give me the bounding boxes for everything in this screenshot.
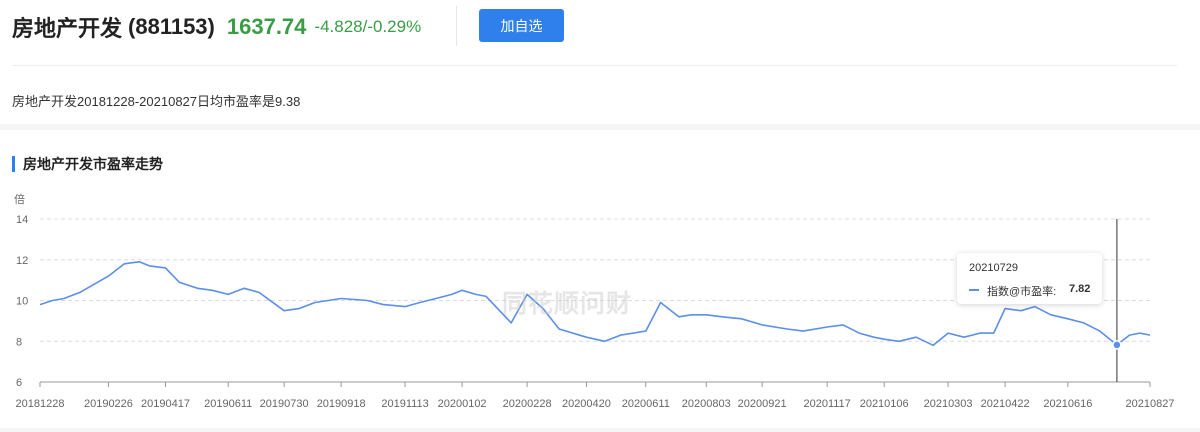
y-tick-label: 12 (16, 255, 28, 267)
y-tick-label: 10 (16, 296, 28, 308)
x-tick-label: 20210303 (924, 398, 973, 410)
x-tick-label: 20200102 (438, 398, 487, 410)
x-tick-label: 20201117 (803, 398, 850, 410)
y-tick-label: 14 (16, 214, 28, 226)
watermark: 同花顺问财 (502, 290, 633, 318)
x-tick-label: 20190918 (317, 398, 366, 410)
x-tick-label: 20190417 (141, 398, 190, 410)
x-tick-label: 20210827 (1126, 398, 1175, 410)
chart-tooltip: 20210729 指数@市盈率: 7.82 (957, 253, 1102, 304)
tooltip-series-marker (969, 289, 979, 291)
x-tick-label: 20190611 (204, 398, 252, 410)
tooltip-value: 7.82 (1069, 283, 1091, 295)
x-tick-label: 20190226 (84, 398, 133, 410)
x-tick-label: 20200228 (503, 398, 552, 410)
y-tick-label: 6 (16, 377, 22, 389)
x-tick-label: 20190730 (260, 398, 309, 410)
x-tick-label: 20191113 (381, 398, 428, 410)
x-tick-label: 20210106 (860, 398, 909, 410)
x-tick-label: 20210422 (981, 398, 1030, 410)
y-tick-label: 8 (16, 336, 22, 348)
x-tick-label: 20200611 (622, 398, 670, 410)
x-tick-label: 20200420 (562, 398, 611, 410)
y-axis-unit: 倍 (14, 192, 25, 206)
x-tick-label: 20200921 (738, 398, 787, 410)
tooltip-label: 指数@市盈率: (987, 286, 1057, 298)
tooltip-date: 20210729 (969, 262, 1018, 274)
x-tick-label: 20181228 (16, 398, 65, 410)
x-tick-label: 20200803 (682, 398, 731, 410)
pe-trend-chart[interactable]: 倍 6 8 10 12 14 20181228 20190226 20190417 2019061… (0, 0, 1200, 432)
hover-point (1112, 340, 1122, 350)
x-tick-label: 20210616 (1043, 398, 1092, 410)
